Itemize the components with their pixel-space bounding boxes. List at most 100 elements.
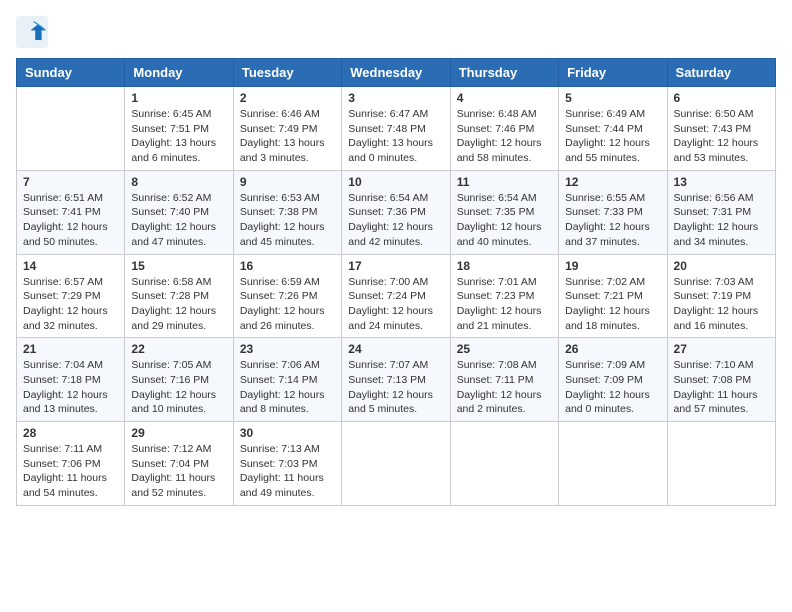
calendar-cell: 7Sunrise: 6:51 AM Sunset: 7:41 PM Daylig…: [17, 170, 125, 254]
calendar-cell: 15 Sunrise: 6:58 AM Sunset: 7:28 PM Dayli…: [125, 254, 233, 338]
day-number: 16: [240, 259, 335, 273]
day-info: Sunrise: 7:02 AM Sunset: 7:21 PM Dayligh…: [565, 275, 660, 334]
calendar-cell: 14 Sunrise: 6:57 AM Sunset: 7:29 PM Dayli…: [17, 254, 125, 338]
day-number: 18: [457, 259, 552, 273]
day-number: 23: [240, 342, 335, 356]
day-number: 28: [23, 426, 118, 440]
day-number: 9: [240, 175, 335, 189]
calendar-week-row: 7Sunrise: 6:51 AM Sunset: 7:41 PM Daylig…: [17, 170, 776, 254]
day-of-week-header: Wednesday: [342, 59, 450, 87]
calendar-cell: 30 Sunrise: 7:13 AM Sunset: 7:03 PM Dayli…: [233, 422, 341, 506]
day-number: 13: [674, 175, 769, 189]
day-info: Sunrise: 7:05 AM Sunset: 7:16 PM Dayligh…: [131, 358, 226, 417]
calendar-cell: 21 Sunrise: 7:04 AM Sunset: 7:18 PM Dayli…: [17, 338, 125, 422]
calendar-header-row: SundayMondayTuesdayWednesdayThursdayFrid…: [17, 59, 776, 87]
calendar-cell: 5 Sunrise: 6:49 AM Sunset: 7:44 PM Daylig…: [559, 87, 667, 171]
calendar-table: SundayMondayTuesdayWednesdayThursdayFrid…: [16, 58, 776, 506]
calendar-cell: 17Sunrise: 7:00 AM Sunset: 7:24 PM Dayli…: [342, 254, 450, 338]
day-number: 4: [457, 91, 552, 105]
calendar-cell: 8 Sunrise: 6:52 AM Sunset: 7:40 PM Daylig…: [125, 170, 233, 254]
day-number: 22: [131, 342, 226, 356]
calendar-cell: 13 Sunrise: 6:56 AM Sunset: 7:31 PM Dayli…: [667, 170, 775, 254]
day-info: Sunrise: 6:54 AM Sunset: 7:35 PM Dayligh…: [457, 191, 552, 250]
day-of-week-header: Friday: [559, 59, 667, 87]
page-header: [16, 16, 776, 48]
calendar-cell: 25 Sunrise: 7:08 AM Sunset: 7:11 PM Dayli…: [450, 338, 558, 422]
calendar-cell: 3 Sunrise: 6:47 AM Sunset: 7:48 PM Daylig…: [342, 87, 450, 171]
calendar-cell: 24 Sunrise: 7:07 AM Sunset: 7:13 PM Dayli…: [342, 338, 450, 422]
day-info: Sunrise: 7:01 AM Sunset: 7:23 PM Dayligh…: [457, 275, 552, 334]
day-info: Sunrise: 6:51 AM Sunset: 7:41 PM Dayligh…: [23, 191, 118, 250]
day-number: 5: [565, 91, 660, 105]
day-info: Sunrise: 7:06 AM Sunset: 7:14 PM Dayligh…: [240, 358, 335, 417]
day-info: Sunrise: 6:54 AM Sunset: 7:36 PM Dayligh…: [348, 191, 443, 250]
day-info: Sunrise: 6:48 AM Sunset: 7:46 PM Dayligh…: [457, 107, 552, 166]
day-number: 1: [131, 91, 226, 105]
calendar-week-row: 28Sunrise: 7:11 AM Sunset: 7:06 PM Dayli…: [17, 422, 776, 506]
calendar-cell: 6 Sunrise: 6:50 AM Sunset: 7:43 PM Daylig…: [667, 87, 775, 171]
day-info: Sunrise: 6:55 AM Sunset: 7:33 PM Dayligh…: [565, 191, 660, 250]
day-of-week-header: Saturday: [667, 59, 775, 87]
day-number: 24: [348, 342, 443, 356]
calendar-week-row: 21 Sunrise: 7:04 AM Sunset: 7:18 PM Dayli…: [17, 338, 776, 422]
day-number: 14: [23, 259, 118, 273]
calendar-cell: 9 Sunrise: 6:53 AM Sunset: 7:38 PM Daylig…: [233, 170, 341, 254]
day-number: 3: [348, 91, 443, 105]
day-info: Sunrise: 7:08 AM Sunset: 7:11 PM Dayligh…: [457, 358, 552, 417]
day-of-week-header: Thursday: [450, 59, 558, 87]
day-number: 12: [565, 175, 660, 189]
day-info: Sunrise: 7:07 AM Sunset: 7:13 PM Dayligh…: [348, 358, 443, 417]
calendar-cell: 12 Sunrise: 6:55 AM Sunset: 7:33 PM Dayli…: [559, 170, 667, 254]
day-number: 25: [457, 342, 552, 356]
day-number: 26: [565, 342, 660, 356]
day-number: 21: [23, 342, 118, 356]
logo: [16, 16, 52, 48]
day-number: 27: [674, 342, 769, 356]
day-number: 30: [240, 426, 335, 440]
calendar-cell: [17, 87, 125, 171]
day-number: 6: [674, 91, 769, 105]
day-info: Sunrise: 7:00 AM Sunset: 7:24 PM Dayligh…: [348, 275, 443, 334]
day-number: 8: [131, 175, 226, 189]
day-info: Sunrise: 7:03 AM Sunset: 7:19 PM Dayligh…: [674, 275, 769, 334]
calendar-week-row: 1 Sunrise: 6:45 AM Sunset: 7:51 PM Daylig…: [17, 87, 776, 171]
calendar-cell: 28Sunrise: 7:11 AM Sunset: 7:06 PM Dayli…: [17, 422, 125, 506]
calendar-cell: 22 Sunrise: 7:05 AM Sunset: 7:16 PM Dayli…: [125, 338, 233, 422]
day-info: Sunrise: 6:50 AM Sunset: 7:43 PM Dayligh…: [674, 107, 769, 166]
day-number: 10: [348, 175, 443, 189]
day-info: Sunrise: 6:49 AM Sunset: 7:44 PM Dayligh…: [565, 107, 660, 166]
day-of-week-header: Sunday: [17, 59, 125, 87]
day-of-week-header: Tuesday: [233, 59, 341, 87]
day-info: Sunrise: 6:57 AM Sunset: 7:29 PM Dayligh…: [23, 275, 118, 334]
day-info: Sunrise: 7:10 AM Sunset: 7:08 PM Dayligh…: [674, 358, 769, 417]
day-number: 11: [457, 175, 552, 189]
calendar-cell: 1 Sunrise: 6:45 AM Sunset: 7:51 PM Daylig…: [125, 87, 233, 171]
day-info: Sunrise: 7:04 AM Sunset: 7:18 PM Dayligh…: [23, 358, 118, 417]
day-info: Sunrise: 6:45 AM Sunset: 7:51 PM Dayligh…: [131, 107, 226, 166]
day-info: Sunrise: 6:47 AM Sunset: 7:48 PM Dayligh…: [348, 107, 443, 166]
calendar-cell: [559, 422, 667, 506]
day-info: Sunrise: 7:09 AM Sunset: 7:09 PM Dayligh…: [565, 358, 660, 417]
calendar-cell: 23 Sunrise: 7:06 AM Sunset: 7:14 PM Dayli…: [233, 338, 341, 422]
day-number: 15: [131, 259, 226, 273]
day-info: Sunrise: 6:52 AM Sunset: 7:40 PM Dayligh…: [131, 191, 226, 250]
calendar-week-row: 14 Sunrise: 6:57 AM Sunset: 7:29 PM Dayli…: [17, 254, 776, 338]
day-info: Sunrise: 6:53 AM Sunset: 7:38 PM Dayligh…: [240, 191, 335, 250]
day-of-week-header: Monday: [125, 59, 233, 87]
day-info: Sunrise: 6:58 AM Sunset: 7:28 PM Dayligh…: [131, 275, 226, 334]
calendar-cell: 26 Sunrise: 7:09 AM Sunset: 7:09 PM Dayli…: [559, 338, 667, 422]
day-info: Sunrise: 6:56 AM Sunset: 7:31 PM Dayligh…: [674, 191, 769, 250]
day-number: 2: [240, 91, 335, 105]
day-info: Sunrise: 6:46 AM Sunset: 7:49 PM Dayligh…: [240, 107, 335, 166]
calendar-cell: [667, 422, 775, 506]
day-info: Sunrise: 7:13 AM Sunset: 7:03 PM Dayligh…: [240, 442, 335, 501]
calendar-cell: [342, 422, 450, 506]
day-info: Sunrise: 7:12 AM Sunset: 7:04 PM Dayligh…: [131, 442, 226, 501]
calendar-cell: 4 Sunrise: 6:48 AM Sunset: 7:46 PM Daylig…: [450, 87, 558, 171]
day-number: 29: [131, 426, 226, 440]
day-number: 19: [565, 259, 660, 273]
day-number: 20: [674, 259, 769, 273]
logo-icon: [16, 16, 48, 48]
calendar-cell: 2 Sunrise: 6:46 AM Sunset: 7:49 PM Daylig…: [233, 87, 341, 171]
calendar-cell: 18 Sunrise: 7:01 AM Sunset: 7:23 PM Dayli…: [450, 254, 558, 338]
